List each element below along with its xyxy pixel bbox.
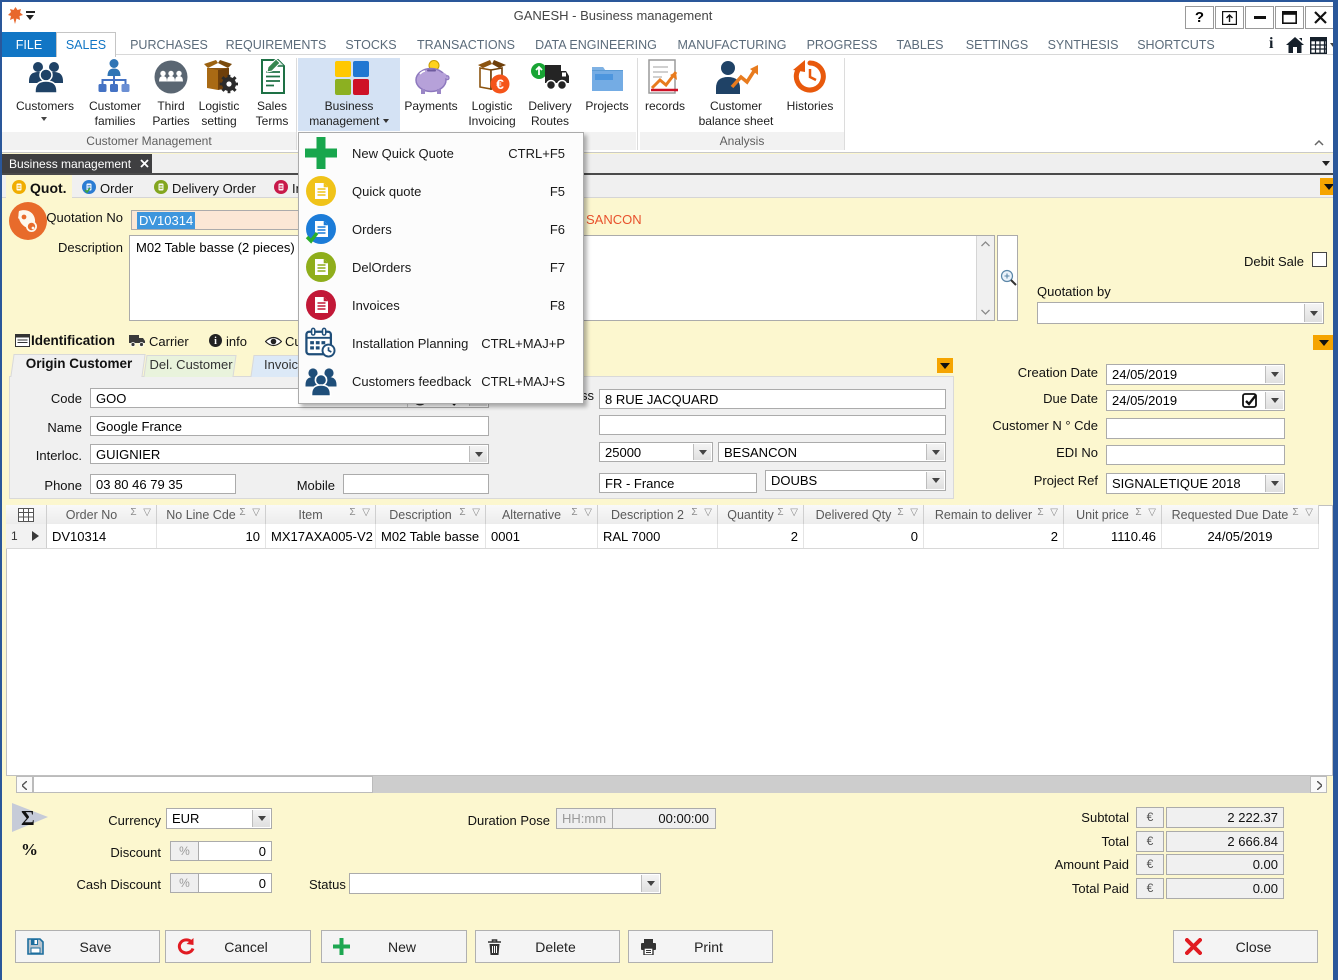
- svg-text:i: i: [214, 336, 217, 347]
- svg-text:Σ: Σ: [21, 806, 35, 830]
- svg-text:€: €: [496, 76, 504, 92]
